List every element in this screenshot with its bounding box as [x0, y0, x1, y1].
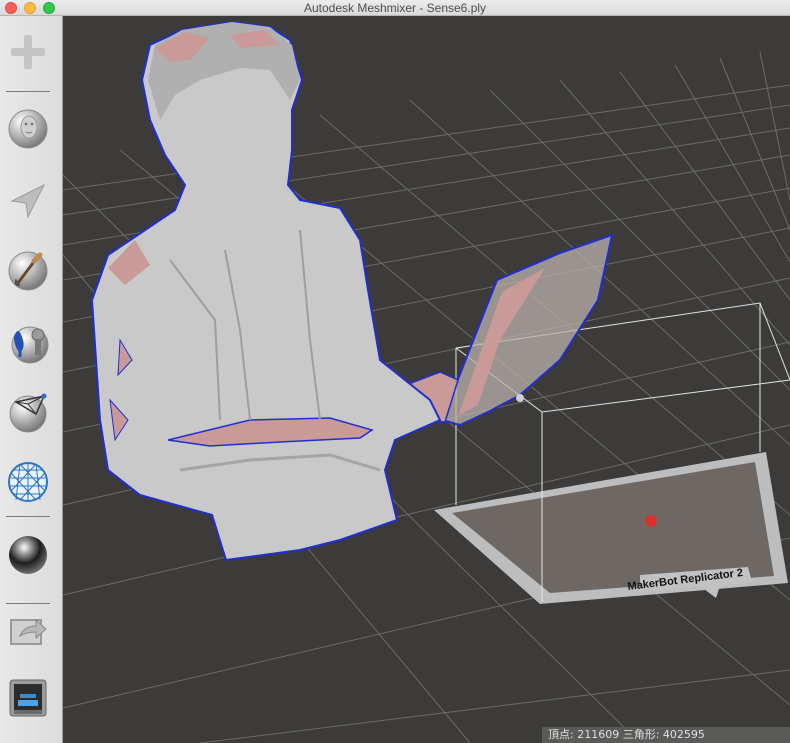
mesh-edit-icon: [9, 393, 47, 433]
toolbar-divider: [6, 603, 50, 604]
select-button[interactable]: [6, 179, 50, 223]
shaders-button[interactable]: [6, 533, 50, 577]
import-button[interactable]: [6, 30, 50, 74]
tool-sidebar: [0, 16, 63, 743]
face-sphere-icon: [8, 109, 48, 149]
3d-viewport[interactable]: MakerBot Replicator 2: [63, 16, 790, 743]
stamp-sphere-icon: [11, 326, 49, 364]
brush-sphere-icon: [8, 251, 48, 291]
window-title: Autodesk Meshmixer - Sense6.ply: [303, 1, 487, 15]
export-button[interactable]: [6, 608, 50, 652]
plus-icon: [11, 35, 45, 69]
origin-marker: [645, 515, 657, 527]
scene-canvas[interactable]: MakerBot Replicator 2: [63, 16, 790, 743]
mesh-stats-status: 頂点: 211609 三角形: 402595: [542, 727, 790, 743]
printer-icon: [9, 679, 47, 717]
toolbar-divider: [6, 516, 50, 517]
sculpt-button[interactable]: [6, 249, 50, 293]
stamp-button[interactable]: [6, 321, 50, 365]
toolbar-divider: [6, 91, 50, 92]
mesh-ball-icon: [8, 462, 48, 502]
arrow-pointer-icon: [10, 183, 46, 219]
print-button[interactable]: [6, 676, 50, 720]
edit-button[interactable]: [6, 390, 50, 434]
analysis-button[interactable]: [6, 460, 50, 504]
title-bar: Autodesk Meshmixer - Sense6.ply: [0, 0, 790, 16]
meshmix-button[interactable]: [6, 107, 50, 151]
export-icon: [10, 618, 47, 645]
chrome-ball-icon: [9, 536, 47, 574]
